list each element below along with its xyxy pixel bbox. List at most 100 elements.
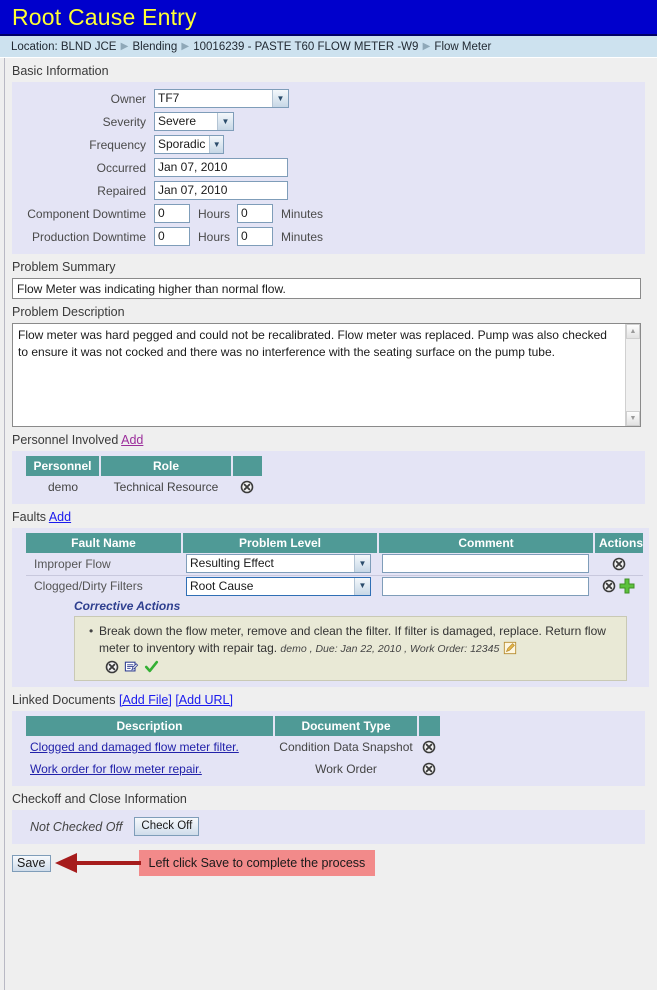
document-cell-description: Work order for flow meter repair. <box>26 758 274 780</box>
chevron-down-icon: ▼ <box>217 113 233 130</box>
fault-cell-actions <box>594 575 643 597</box>
personnel-add-link[interactable]: Add <box>121 433 143 447</box>
personnel-cell-role: Technical Resource <box>113 480 219 494</box>
add-icon[interactable] <box>619 578 635 594</box>
column-header-personnel: Personnel <box>26 456 101 476</box>
breadcrumb-item-location[interactable]: Location: BLND JCE <box>11 41 116 53</box>
root-cause-entry-page: Root Cause Entry Location: BLND JCE ▶ Bl… <box>0 0 657 990</box>
column-header-problem-level: Problem Level <box>182 533 379 553</box>
section-title-personnel: Personnel Involved Add <box>0 427 657 451</box>
problem-description-textarea[interactable]: Flow meter was hard pegged and could not… <box>12 323 641 427</box>
component-downtime-hours-input[interactable]: 0 <box>154 204 190 223</box>
section-title-faults: Faults Add <box>0 504 657 528</box>
delete-icon[interactable] <box>612 557 626 571</box>
documents-table-header-row: Description Document Type <box>26 716 440 736</box>
frequency-select[interactable]: Sporadic ▼ <box>154 135 224 154</box>
faults-add-link[interactable]: Add <box>49 510 71 524</box>
fault-level-select[interactable]: Root Cause ▼ <box>186 576 371 596</box>
edit-note-icon[interactable] <box>124 660 139 674</box>
breadcrumb: Location: BLND JCE ▶ Blending ▶ 10016239… <box>0 36 657 58</box>
chevron-right-icon: ▶ <box>181 40 190 52</box>
document-cell-description: Clogged and damaged flow meter filter. <box>26 736 274 758</box>
add-url-link[interactable]: [Add URL] <box>175 693 233 707</box>
document-cell-type: Condition Data Snapshot <box>279 740 413 754</box>
production-downtime-hours-input[interactable]: 0 <box>154 227 190 246</box>
section-title-basic-information: Basic Information <box>12 64 109 78</box>
field-row-production-downtime: Production Downtime 0 Hours 0 Minutes <box>12 225 645 248</box>
label-repaired: Repaired <box>97 183 146 198</box>
table-row: Clogged and damaged flow meter filter. C… <box>26 736 440 758</box>
delete-icon[interactable] <box>422 762 436 776</box>
delete-icon[interactable] <box>602 579 616 593</box>
column-header-actions <box>232 456 262 476</box>
problem-description-text: Flow meter was hard pegged and could not… <box>18 328 607 359</box>
complete-check-icon[interactable] <box>144 660 159 674</box>
fault-cell-level: Root Cause ▼ <box>182 575 378 597</box>
label-owner: Owner <box>110 91 146 106</box>
label-production-minutes: Minutes <box>281 229 324 244</box>
basic-information-panel: Owner TF7 ▼ Severity Severe ▼ Frequency … <box>12 82 645 254</box>
section-title-linked-documents: Linked Documents [Add File] [Add URL] <box>0 687 657 711</box>
check-off-button[interactable]: Check Off <box>134 817 200 836</box>
linked-documents-label: Linked Documents <box>12 693 116 707</box>
component-downtime-minutes-input[interactable]: 0 <box>237 204 274 223</box>
description-scrollbar[interactable]: ▲ ▼ <box>625 324 640 426</box>
scroll-up-icon[interactable]: ▲ <box>626 324 640 339</box>
severity-select[interactable]: Severe ▼ <box>154 112 234 131</box>
section-title-problem-description: Problem Description <box>12 305 125 319</box>
save-button[interactable]: Save <box>12 854 51 872</box>
fault-level-select-value: Resulting Effect <box>190 556 274 571</box>
field-row-owner: Owner TF7 ▼ <box>12 87 645 110</box>
field-row-repaired: Repaired Jan 07, 2010 <box>12 179 645 202</box>
production-downtime-minutes-input[interactable]: 0 <box>237 227 274 246</box>
list-item: • Break down the flow meter, remove and … <box>83 623 618 657</box>
chevron-right-icon: ▶ <box>422 40 431 52</box>
corrective-actions-title: Corrective Actions <box>74 599 181 613</box>
field-row-component-downtime: Component Downtime 0 Hours 0 Minutes <box>12 202 645 225</box>
linked-documents-table: Description Document Type Clogged and da… <box>26 716 440 780</box>
field-row-frequency: Frequency Sporadic ▼ <box>12 133 645 156</box>
owner-select-value: TF7 <box>158 91 180 105</box>
column-header-actions <box>418 716 440 736</box>
delete-icon[interactable] <box>105 660 119 674</box>
page-title: Root Cause Entry <box>12 3 197 30</box>
corrective-action-meta: demo , Due: Jan 22, 2010 , Work Order: 1… <box>280 642 500 655</box>
delete-icon[interactable] <box>422 740 436 754</box>
document-delete-cell <box>418 736 440 758</box>
document-link[interactable]: Clogged and damaged flow meter filter. <box>30 740 239 754</box>
severity-select-value: Severe <box>158 114 197 128</box>
corrective-actions-box: • Break down the flow meter, remove and … <box>74 616 627 681</box>
chevron-down-icon: ▼ <box>354 555 370 573</box>
breadcrumb-item-blending[interactable]: Blending <box>132 41 177 53</box>
fault-level-select[interactable]: Resulting Effect ▼ <box>186 554 371 574</box>
personnel-delete-cell <box>232 476 262 498</box>
breadcrumb-item-component[interactable]: Flow Meter <box>434 41 491 53</box>
problem-summary-input[interactable]: Flow Meter was indicating higher than no… <box>12 278 641 299</box>
label-component-hours: Hours <box>198 206 231 221</box>
fault-comment-input[interactable] <box>382 576 589 596</box>
faults-panel: Fault Name Problem Level Comment Actions… <box>12 528 649 687</box>
delete-icon[interactable] <box>240 480 254 494</box>
fault-comment-input[interactable] <box>382 554 589 574</box>
occurred-date-input[interactable]: Jan 07, 2010 <box>154 158 288 177</box>
faults-table-header-row: Fault Name Problem Level Comment Actions <box>26 533 643 553</box>
owner-select[interactable]: TF7 ▼ <box>154 89 289 108</box>
edit-pencil-icon[interactable] <box>503 641 517 655</box>
label-frequency: Frequency <box>89 137 146 152</box>
document-cell-type: Work Order <box>315 762 377 776</box>
repaired-date-input[interactable]: Jan 07, 2010 <box>154 181 288 200</box>
column-header-description: Description <box>26 716 275 736</box>
label-component-minutes: Minutes <box>281 206 324 221</box>
corrective-action-body: Break down the flow meter, remove and cl… <box>99 623 618 657</box>
fault-cell-comment <box>378 553 594 575</box>
field-row-severity: Severity Severe ▼ <box>12 110 645 133</box>
add-file-link[interactable]: [Add File] <box>119 693 172 707</box>
document-link[interactable]: Work order for flow meter repair. <box>30 762 202 776</box>
label-production-hours: Hours <box>198 229 231 244</box>
faults-label: Faults <box>12 510 47 524</box>
save-row: Save Left click Save to complete the pro… <box>0 844 657 876</box>
column-header-comment: Comment <box>378 533 595 553</box>
scroll-down-icon[interactable]: ▼ <box>626 411 640 426</box>
breadcrumb-item-asset[interactable]: 10016239 - PASTE T60 FLOW METER -W9 <box>193 41 418 53</box>
fault-level-select-value: Root Cause <box>190 578 254 593</box>
